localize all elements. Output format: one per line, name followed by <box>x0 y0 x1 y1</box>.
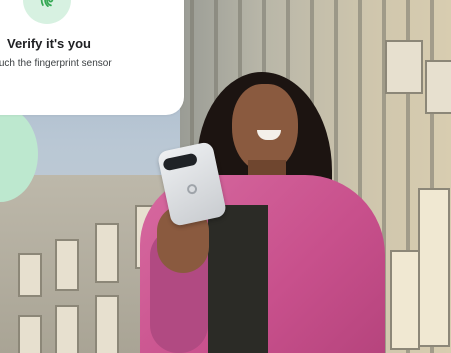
fingerprint-icon <box>34 0 60 16</box>
prompt-subtitle: Touch the fingerprint sensor <box>0 58 112 69</box>
prompt-title: Verify it's you <box>6 36 91 51</box>
patterned-shirt <box>208 205 268 353</box>
g-logo <box>186 183 198 196</box>
person-face <box>232 84 298 172</box>
fingerprint-prompt-card: Verify it's you Touch the fingerprint se… <box>0 0 184 115</box>
fingerprint-badge[interactable] <box>23 0 71 24</box>
camera-bar <box>162 152 199 172</box>
